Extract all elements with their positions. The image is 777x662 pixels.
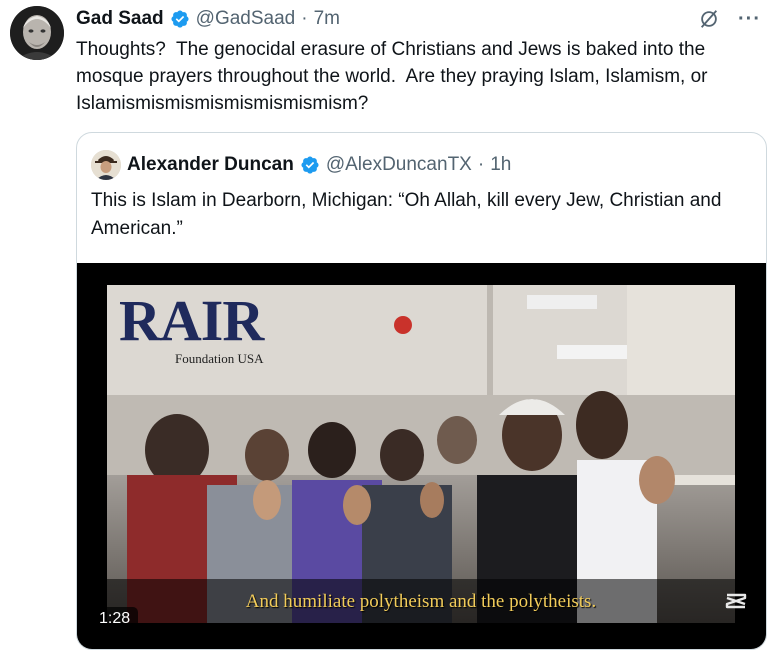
- video-frame[interactable]: RAIR Foundation USA And humiliate polyth…: [107, 285, 735, 623]
- separator: ·: [477, 154, 485, 175]
- tweet-text: Thoughts? The genocidal erasure of Chris…: [76, 39, 713, 114]
- quoted-author-name[interactable]: Alexander Duncan: [127, 154, 294, 176]
- author-name[interactable]: Gad Saad: [76, 8, 164, 30]
- video-duration: 1:28: [91, 607, 139, 631]
- rair-logo: RAIR Foundation USA: [111, 289, 271, 369]
- quoted-tweet-text: This is Islam in Dearborn, Michigan: “Oh…: [91, 190, 726, 239]
- separator: ·: [301, 8, 308, 29]
- quoted-timestamp[interactable]: 1h: [490, 154, 511, 176]
- quoted-author-handle[interactable]: @AlexDuncanTX: [326, 154, 472, 176]
- verified-badge-icon: [301, 156, 319, 174]
- quoted-avatar: [91, 150, 121, 180]
- video-player[interactable]: RAIR Foundation USA And humiliate polyth…: [77, 263, 766, 649]
- verified-badge-icon: [171, 10, 189, 28]
- more-icon[interactable]: ···: [738, 9, 761, 29]
- top-actions: ···: [698, 8, 761, 30]
- capcut-icon: [725, 593, 747, 609]
- author-handle[interactable]: @GadSaad: [196, 8, 296, 30]
- grok-icon[interactable]: [698, 8, 720, 30]
- quoted-tweet[interactable]: Alexander Duncan @AlexDuncanTX · 1h This…: [76, 132, 767, 650]
- tweet-header: Gad Saad @GadSaad · 7m: [76, 6, 340, 32]
- video-subtitle: And humiliate polytheism and the polythe…: [245, 591, 597, 612]
- tweet: Gad Saad @GadSaad · 7m ··· Thoughts? The…: [0, 0, 777, 662]
- rair-logo-word: RAIR: [119, 288, 264, 353]
- timestamp[interactable]: 7m: [314, 8, 340, 30]
- rair-logo-sub: Foundation USA: [175, 351, 264, 366]
- quoted-tweet-header: Alexander Duncan @AlexDuncanTX · 1h: [91, 149, 511, 181]
- avatar[interactable]: [10, 6, 64, 60]
